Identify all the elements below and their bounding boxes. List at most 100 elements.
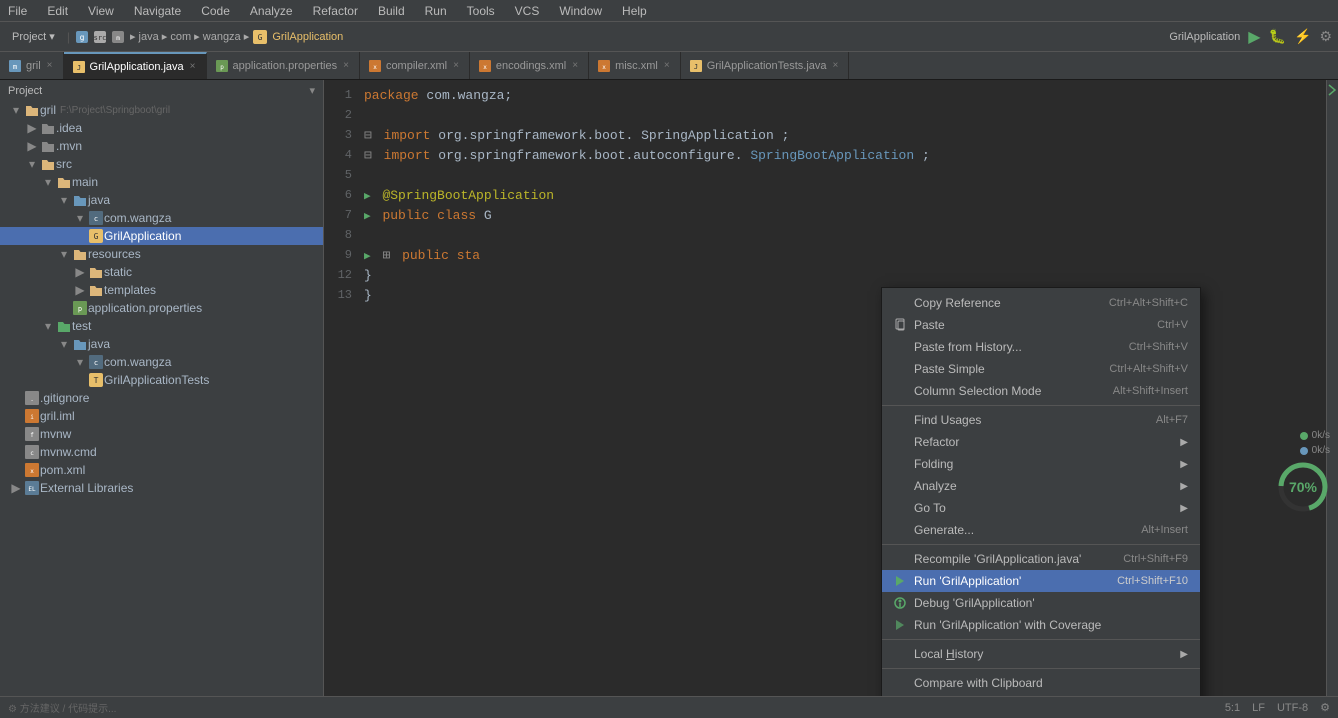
tab-close-appprops[interactable]: × xyxy=(341,60,351,71)
folding-icon xyxy=(892,456,908,472)
menu-run[interactable]: Run xyxy=(421,4,451,18)
ctx-debug[interactable]: Debug 'GrilApplication' xyxy=(882,592,1200,614)
tree-item-test[interactable]: ▾ test xyxy=(0,317,323,335)
local-history-icon xyxy=(892,646,908,662)
tree-item-mvn[interactable]: ▶ .mvn xyxy=(0,137,323,155)
ctx-refactor[interactable]: Refactor ▶ xyxy=(882,431,1200,453)
menu-refactor[interactable]: Refactor xyxy=(309,4,362,18)
svg-text:.: . xyxy=(30,396,34,403)
folder-icon-java xyxy=(72,192,88,208)
file-icon-gitignore: . xyxy=(24,390,40,406)
svg-text:c: c xyxy=(30,450,34,457)
tree-item-griliml[interactable]: i gril.iml xyxy=(0,407,323,425)
bc-main[interactable]: m xyxy=(112,30,126,42)
tree-item-appprops[interactable]: p application.properties xyxy=(0,299,323,317)
tab-encodingsxml[interactable]: x encodings.xml × xyxy=(470,52,589,79)
file-icon-mvnwcmd: c xyxy=(24,444,40,460)
editor-area[interactable]: 1 package com.wangza; 2 3 ⊟ import org.s… xyxy=(324,80,1338,696)
ctx-analyze[interactable]: Analyze ▶ xyxy=(882,475,1200,497)
recompile-icon xyxy=(892,551,908,567)
tree-item-pomxml[interactable]: x pom.xml xyxy=(0,461,323,479)
ctx-generate[interactable]: Generate... Alt+Insert xyxy=(882,519,1200,541)
ext-lib-icon: EL xyxy=(24,480,40,496)
ctx-paste-simple[interactable]: Paste Simple Ctrl+Alt+Shift+V xyxy=(882,358,1200,380)
ctx-run[interactable]: Run 'GrilApplication' Ctrl+Shift+F10 xyxy=(882,570,1200,592)
tab-grilapptests[interactable]: J GrilApplicationTests.java × xyxy=(681,52,850,79)
tree-item-static[interactable]: ▶ static xyxy=(0,263,323,281)
tree-item-src[interactable]: ▾ src xyxy=(0,155,323,173)
svg-text:m: m xyxy=(116,35,120,42)
bc-src[interactable]: src xyxy=(94,30,108,42)
tree-item-resources[interactable]: ▾ resources xyxy=(0,245,323,263)
scrollbar-track[interactable] xyxy=(1326,80,1338,696)
run-button[interactable]: ▶ xyxy=(1248,27,1260,47)
tab-close-gril[interactable]: × xyxy=(45,60,55,71)
tree-item-gril[interactable]: ▾ gril F:\Project\Springboot\gril xyxy=(0,101,323,119)
ctx-paste[interactable]: Paste Ctrl+V xyxy=(882,314,1200,336)
menu-vcs[interactable]: VCS xyxy=(511,4,544,18)
tab-close-encodingsxml[interactable]: × xyxy=(570,60,580,71)
tree-item-mvnwcmd[interactable]: c mvnw.cmd xyxy=(0,443,323,461)
menu-help[interactable]: Help xyxy=(618,4,651,18)
menu-file[interactable]: File xyxy=(4,4,31,18)
ctx-local-history[interactable]: Local History ▶ xyxy=(882,643,1200,665)
ctx-run-coverage[interactable]: Run 'GrilApplication' with Coverage xyxy=(882,614,1200,636)
ctx-file-encoding[interactable]: File Encoding xyxy=(882,694,1200,696)
tree-item-main[interactable]: ▾ main xyxy=(0,173,323,191)
menu-window[interactable]: Window xyxy=(555,4,606,18)
menu-navigate[interactable]: Navigate xyxy=(130,4,185,18)
tab-grilapplication[interactable]: J GrilApplication.java × xyxy=(64,52,207,79)
menu-edit[interactable]: Edit xyxy=(43,4,72,18)
tree-item-grilapptests[interactable]: T GrilApplicationTests xyxy=(0,371,323,389)
tree-item-comwangza[interactable]: ▾ c com.wangza xyxy=(0,209,323,227)
tree-item-external-libs[interactable]: ▶ EL External Libraries xyxy=(0,479,323,497)
tab-gril[interactable]: m gril × xyxy=(0,52,64,79)
cpu-gauge[interactable]: 70% xyxy=(1276,460,1330,514)
toolbar-extra2[interactable]: ⚙ xyxy=(1319,28,1332,45)
menu-build[interactable]: Build xyxy=(374,4,409,18)
tree-item-idea[interactable]: ▶ .idea xyxy=(0,119,323,137)
bc-grilapplication[interactable]: G GrilApplication xyxy=(253,30,343,44)
debug-button[interactable]: 🐛 xyxy=(1269,28,1286,45)
menu-code[interactable]: Code xyxy=(197,4,234,18)
tab-close-grilapplication[interactable]: × xyxy=(188,61,198,72)
ctx-folding[interactable]: Folding ▶ xyxy=(882,453,1200,475)
ctx-paste-history[interactable]: Paste from History... Ctrl+Shift+V xyxy=(882,336,1200,358)
menu-tools[interactable]: Tools xyxy=(463,4,499,18)
tree-label-grilapplication: GrilApplication xyxy=(104,229,181,243)
tab-appprops[interactable]: p application.properties × xyxy=(207,52,360,79)
tree-item-mvnw[interactable]: f mvnw xyxy=(0,425,323,443)
tab-icon-appprops: p xyxy=(215,59,229,73)
tab-icon-encodingsxml: x xyxy=(478,59,492,73)
perf-download: 0k/s xyxy=(1300,445,1330,456)
performance-widget: 0k/s 0k/s 70% xyxy=(1276,430,1330,514)
project-selector[interactable]: Project ▾ xyxy=(6,28,61,45)
tab-close-grilapptests[interactable]: × xyxy=(831,60,841,71)
tree-item-grilapplication[interactable]: G GrilApplication xyxy=(0,227,323,245)
ctx-find-usages[interactable]: Find Usages Alt+F7 xyxy=(882,409,1200,431)
ctx-goto-label: Go To xyxy=(914,501,946,515)
bc-gril[interactable]: g xyxy=(76,30,90,42)
expand-icon-ext: ▶ xyxy=(8,480,24,496)
menu-analyze[interactable]: Analyze xyxy=(246,4,297,18)
ctx-goto[interactable]: Go To ▶ xyxy=(882,497,1200,519)
folder-icon-gril xyxy=(24,102,40,118)
ctx-column-selection[interactable]: Column Selection Mode Alt+Shift+Insert xyxy=(882,380,1200,402)
folder-icon-templates xyxy=(88,282,104,298)
tree-item-java[interactable]: ▾ java xyxy=(0,191,323,209)
tab-label-grilapptests: GrilApplicationTests.java xyxy=(707,60,827,72)
tab-close-miscxml[interactable]: × xyxy=(662,60,672,71)
tab-close-compilerxml[interactable]: × xyxy=(451,60,461,71)
expand-icon-idea: ▶ xyxy=(24,120,40,136)
ctx-copy-reference[interactable]: Copy Reference Ctrl+Alt+Shift+C xyxy=(882,292,1200,314)
tab-compilerxml[interactable]: x compiler.xml × xyxy=(360,52,470,79)
ctx-compare-clipboard[interactable]: Compare with Clipboard xyxy=(882,672,1200,694)
tree-item-test-java[interactable]: ▾ java xyxy=(0,335,323,353)
tree-item-test-com[interactable]: ▾ c com.wangza xyxy=(0,353,323,371)
menu-view[interactable]: View xyxy=(84,4,118,18)
tree-item-templates[interactable]: ▶ templates xyxy=(0,281,323,299)
tree-item-gitignore[interactable]: . .gitignore xyxy=(0,389,323,407)
ctx-recompile[interactable]: Recompile 'GrilApplication.java' Ctrl+Sh… xyxy=(882,548,1200,570)
tab-miscxml[interactable]: x misc.xml × xyxy=(589,52,681,79)
toolbar-extra[interactable]: ⚡ xyxy=(1294,28,1311,45)
